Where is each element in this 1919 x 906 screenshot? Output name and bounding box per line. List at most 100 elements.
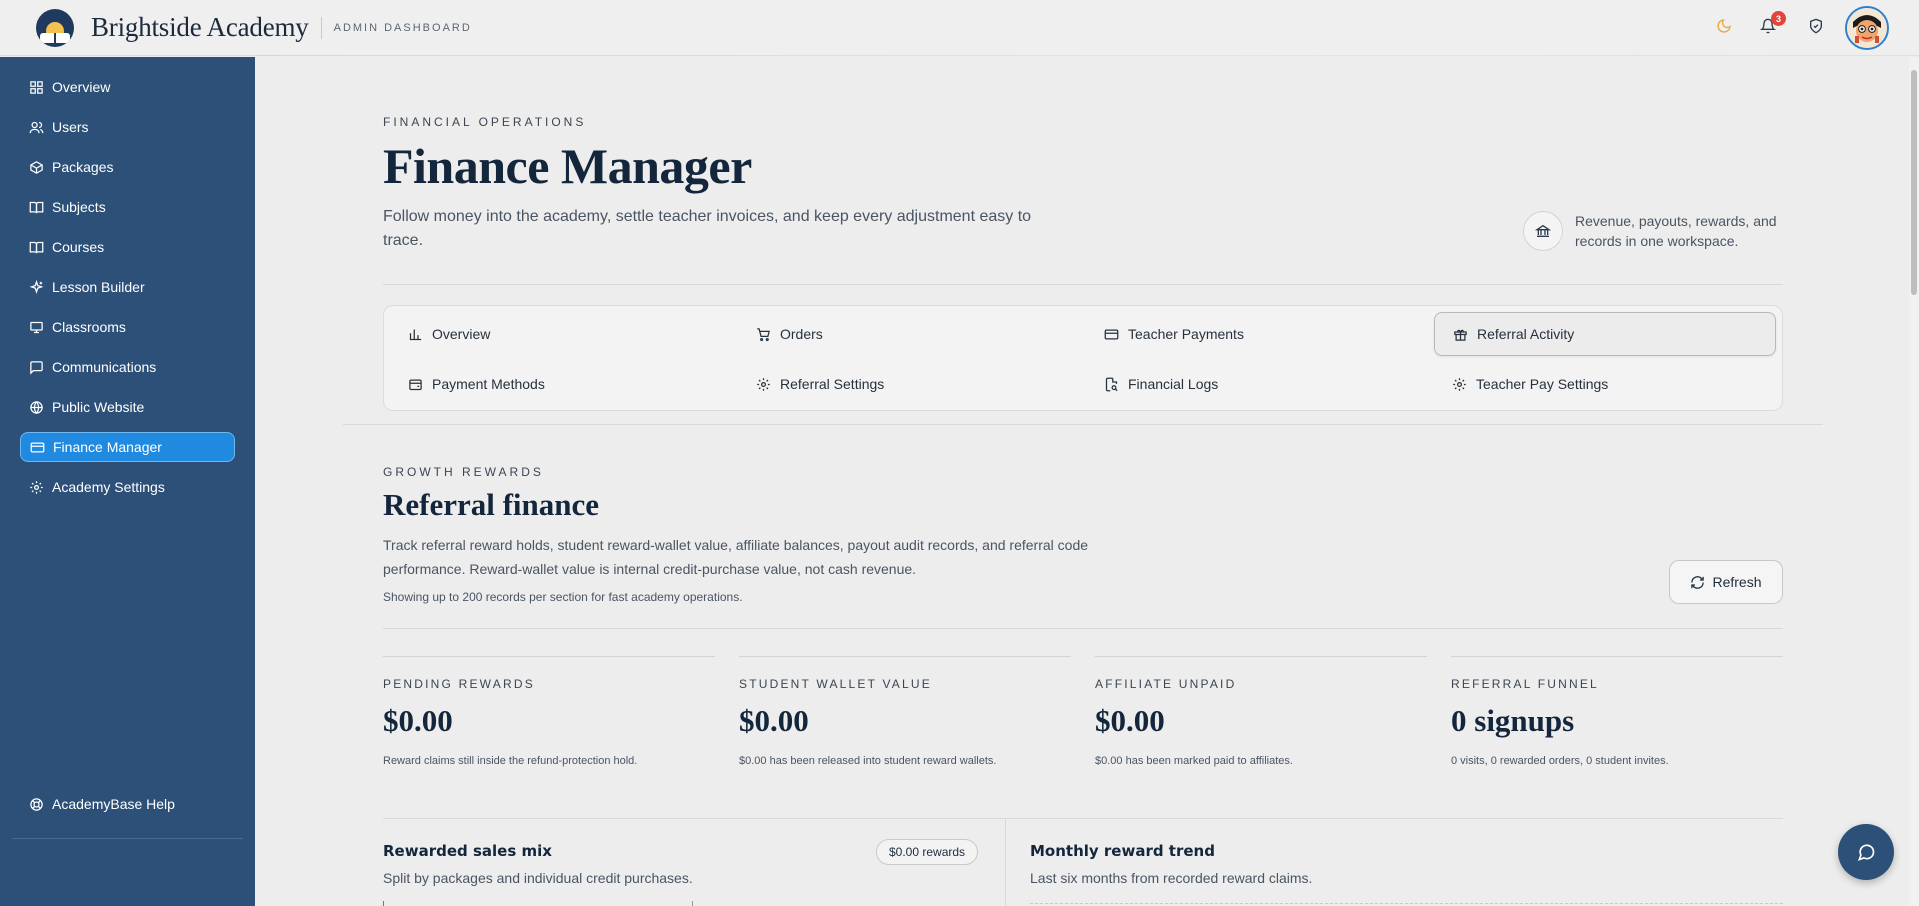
help-link[interactable]: AcademyBase Help — [29, 796, 175, 812]
refresh-button[interactable]: Refresh — [1669, 560, 1783, 604]
gear-icon — [1453, 377, 1466, 391]
brand[interactable]: Brightside Academy ADMIN DASHBOARD — [36, 8, 472, 47]
reward-trend-gridline — [1030, 903, 1783, 904]
sidebar-item-public-website[interactable]: Public Website — [20, 392, 235, 422]
stat-note: $0.00 has been marked paid to affiliates… — [1095, 755, 1293, 767]
bank-icon — [1523, 211, 1563, 251]
sales-mix-subtitle: Split by packages and individual credit … — [383, 870, 693, 886]
stat-value: 0 signups — [1451, 703, 1575, 738]
security-shield-icon[interactable] — [1804, 14, 1828, 38]
stat-pending-rewards: PENDING REWARDS $0.00 Reward claims stil… — [383, 656, 715, 767]
section-eyebrow: GROWTH REWARDS — [383, 465, 544, 479]
credit-card-icon — [30, 442, 45, 452]
sidebar-nav: Overview Users Packages Subjects Courses… — [20, 72, 235, 512]
page-description: Follow money into the academy, settle te… — [383, 208, 1032, 249]
sidebar-item-label: Finance Manager — [53, 439, 162, 455]
section-title: Referral finance — [383, 487, 600, 522]
tab-orders[interactable]: Orders — [738, 312, 1080, 356]
tab-referral-activity[interactable]: Referral Activity — [1434, 312, 1776, 356]
cart-icon — [757, 327, 770, 341]
tab-label: Teacher Pay Settings — [1476, 376, 1609, 392]
stat-note: $0.00 has been released into student rew… — [739, 755, 997, 767]
divider — [383, 628, 1783, 629]
stat-value: $0.00 — [739, 703, 809, 738]
stat-note: Reward claims still inside the refund-pr… — [383, 755, 638, 767]
sidebar-divider — [12, 838, 243, 839]
package-icon — [30, 160, 43, 174]
rewards-total-badge: $0.00 rewards — [876, 839, 979, 865]
sidebar-item-classrooms[interactable]: Classrooms — [20, 312, 235, 342]
sidebar-item-label: Communications — [52, 359, 157, 375]
file-search-icon — [1105, 377, 1118, 391]
sidebar-item-label: Courses — [52, 239, 105, 255]
divider — [343, 424, 1823, 425]
book-open-icon — [29, 241, 44, 253]
notification-badge: 3 — [1771, 11, 1786, 26]
reward-trend-title: Monthly reward trend — [1030, 842, 1215, 860]
sidebar-item-users[interactable]: Users — [20, 112, 235, 142]
sidebar-item-courses[interactable]: Courses — [20, 232, 235, 262]
stat-label: STUDENT WALLET VALUE — [739, 677, 932, 691]
sidebar-item-academy-settings[interactable]: Academy Settings — [20, 472, 235, 502]
stat-label: REFERRAL FUNNEL — [1451, 677, 1599, 691]
hero-side-text: Revenue, payouts, rewards, and records i… — [1575, 213, 1777, 249]
hero-eyebrow: FINANCIAL OPERATIONS — [383, 115, 587, 129]
tab-label: Overview — [432, 326, 491, 342]
page-title: Finance Manager — [383, 138, 752, 194]
tab-referral-settings[interactable]: Referral Settings — [738, 362, 1080, 406]
sidebar-item-subjects[interactable]: Subjects — [20, 192, 235, 222]
tab-overview[interactable]: Overview — [390, 312, 732, 356]
users-icon — [29, 121, 44, 133]
user-avatar[interactable] — [1845, 6, 1889, 50]
scrollbar-thumb[interactable] — [1911, 70, 1917, 295]
tab-teacher-pay-settings[interactable]: Teacher Pay Settings — [1434, 362, 1776, 406]
tab-label: Referral Settings — [780, 376, 885, 392]
gear-icon — [757, 377, 770, 391]
tab-financial-logs[interactable]: Financial Logs — [1086, 362, 1428, 406]
sidebar-item-packages[interactable]: Packages — [20, 152, 235, 182]
refresh-label: Refresh — [1712, 574, 1762, 590]
sidebar-item-lesson-builder[interactable]: Lesson Builder — [20, 272, 235, 302]
top-bar: Brightside Academy ADMIN DASHBOARD 3 — [0, 0, 1919, 56]
brand-separator — [320, 16, 322, 39]
credit-card-icon — [1104, 329, 1119, 339]
help-label: AcademyBase Help — [52, 796, 175, 812]
stat-value: $0.00 — [1095, 703, 1165, 738]
stat-affiliate-unpaid: AFFILIATE UNPAID $0.00 $0.00 has been ma… — [1095, 656, 1427, 767]
chat-bubble-icon — [1857, 844, 1875, 861]
sidebar-item-label: Packages — [52, 159, 114, 175]
sales-mix-title: Rewarded sales mix — [383, 842, 552, 860]
tab-label: Teacher Payments — [1128, 326, 1244, 342]
reward-trend-subtitle: Last six months from recorded reward cla… — [1030, 870, 1313, 886]
chat-button[interactable] — [1838, 824, 1894, 880]
notifications-bell-icon[interactable]: 3 — [1756, 11, 1786, 38]
lifebuoy-icon — [30, 797, 43, 811]
tab-label: Orders — [780, 326, 823, 342]
gift-icon — [1454, 329, 1467, 341]
brand-subtitle: ADMIN DASHBOARD — [333, 21, 472, 34]
stat-referral-funnel: REFERRAL FUNNEL 0 signups 0 visits, 0 re… — [1451, 656, 1783, 767]
section-description: Track referral reward holds, student rew… — [383, 537, 1089, 577]
academy-logo-icon — [36, 8, 74, 47]
tab-label: Payment Methods — [432, 376, 545, 392]
message-icon — [30, 360, 43, 375]
stat-note: 0 visits, 0 rewarded orders, 0 student i… — [1451, 755, 1669, 767]
sidebar-item-communications[interactable]: Communications — [20, 352, 235, 382]
sidebar-item-finance-manager[interactable]: Finance Manager — [20, 432, 235, 462]
stat-label: PENDING REWARDS — [383, 677, 535, 691]
stat-student-wallet-value: STUDENT WALLET VALUE $0.00 $0.00 has bee… — [739, 656, 1071, 767]
sidebar-item-label: Lesson Builder — [52, 279, 145, 295]
tab-payment-methods[interactable]: Payment Methods — [390, 362, 732, 406]
sidebar-item-overview[interactable]: Overview — [20, 72, 235, 102]
panel-separator — [1005, 819, 1006, 906]
sidebar-item-label: Overview — [52, 79, 111, 95]
divider — [383, 818, 1783, 819]
tab-teacher-payments[interactable]: Teacher Payments — [1086, 312, 1428, 356]
book-icon — [29, 201, 44, 213]
sidebar-item-label: Public Website — [52, 399, 145, 415]
theme-toggle-moon-icon[interactable] — [1712, 14, 1736, 38]
brand-name: Brightside Academy — [91, 12, 309, 42]
tab-label: Financial Logs — [1128, 376, 1219, 392]
sidebar-item-label: Users — [52, 119, 89, 135]
sidebar-item-label: Subjects — [52, 199, 106, 215]
